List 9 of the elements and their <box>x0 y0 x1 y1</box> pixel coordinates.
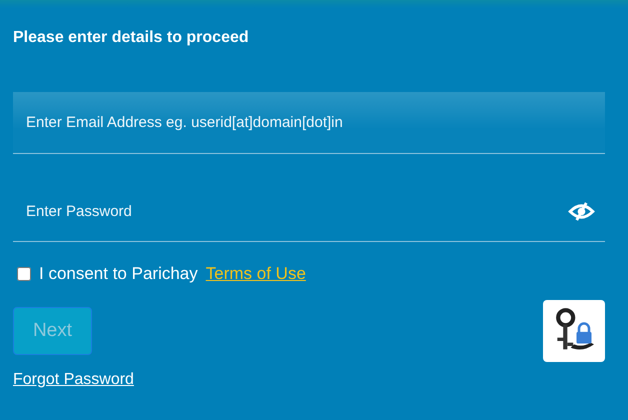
consent-label: I consent to Parichay <box>39 264 198 284</box>
form-heading: Please enter details to proceed <box>13 28 250 48</box>
terms-link[interactable]: Terms of Use <box>206 264 306 284</box>
forgot-password-link[interactable]: Forgot Password <box>13 371 134 389</box>
consent-checkbox[interactable] <box>17 267 31 281</box>
eye-slash-icon[interactable] <box>568 202 595 221</box>
email-field[interactable]: Enter Email Address eg. userid[at]domain[dot]in <box>13 92 605 154</box>
key-lock-icon[interactable] <box>543 300 605 362</box>
password-field[interactable]: Enter Password <box>13 182 605 242</box>
